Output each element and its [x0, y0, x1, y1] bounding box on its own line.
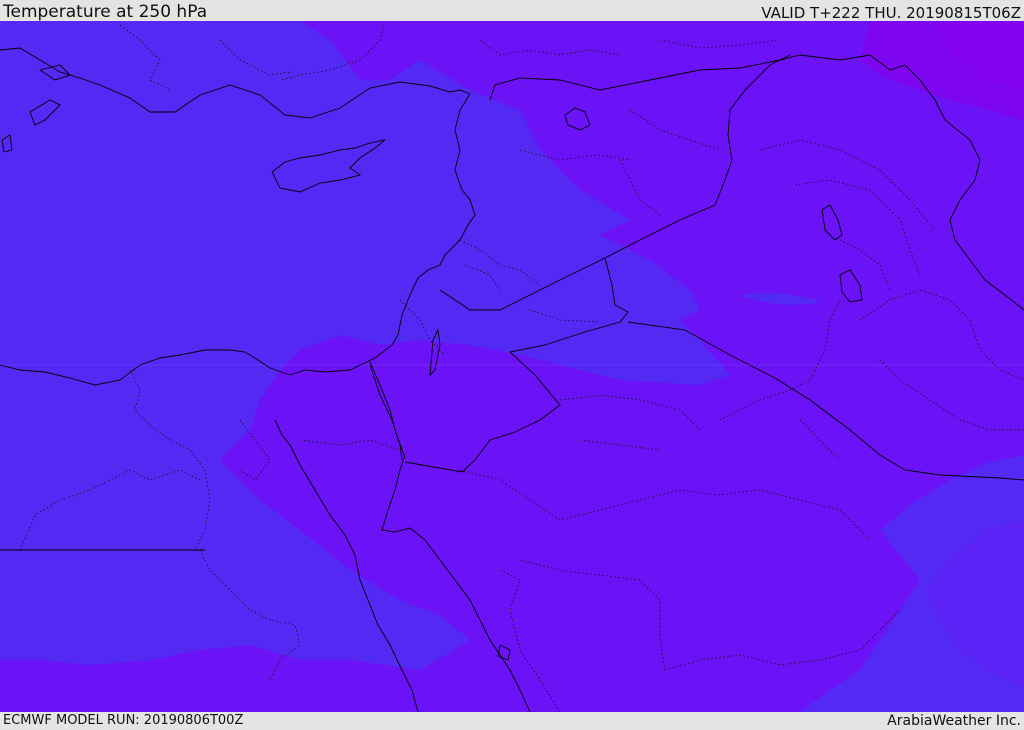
model-run: ECMWF MODEL RUN: 20190806T00Z: [3, 713, 244, 728]
map-canvas: [0, 21, 1024, 712]
weather-map: [0, 21, 1024, 712]
header-bar: Temperature at 250 hPa VALID T+222 THU. …: [0, 0, 1024, 22]
credit: ArabiaWeather Inc.: [887, 713, 1021, 729]
valid-time: VALID T+222 THU. 20190815T06Z: [761, 4, 1021, 22]
map-title: Temperature at 250 hPa: [3, 2, 208, 22]
footer-bar: ECMWF MODEL RUN: 20190806T00Z ArabiaWeat…: [0, 712, 1024, 729]
